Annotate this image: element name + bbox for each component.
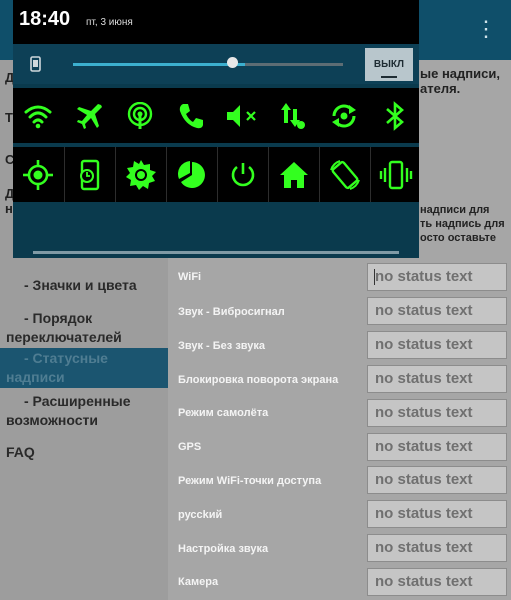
status-input-sound-settings[interactable]: no status text — [367, 534, 507, 562]
power-icon[interactable] — [217, 147, 268, 202]
shade-drag-handle[interactable] — [33, 251, 399, 254]
status-bar: 18:40 пт, 3 июня — [13, 0, 419, 44]
status-value: no status text — [375, 370, 473, 387]
row-label-gps: GPS — [178, 441, 202, 453]
sidebar-item-status-labels[interactable]: - Статусные надписи — [0, 348, 168, 388]
overflow-menu-icon[interactable]: ⋮ — [475, 18, 497, 40]
date-label: пт, 3 июня — [86, 17, 133, 28]
bg-text-mid-1: надписи для — [420, 204, 490, 216]
sidebar-item-label: - Статусные надписи — [6, 350, 108, 385]
hotspot-icon[interactable] — [115, 88, 165, 143]
status-value: no status text — [375, 438, 473, 455]
notification-shade: 18:40 пт, 3 июня ВЫКЛ — [13, 0, 419, 258]
data-icon[interactable] — [268, 88, 318, 143]
status-input-airplane[interactable]: no status text — [367, 399, 507, 427]
brightness-slider-rest — [245, 63, 343, 66]
sidebar-item-label: FAQ — [6, 444, 35, 460]
status-value: no status text — [375, 471, 473, 488]
sound-off-icon[interactable] — [217, 88, 267, 143]
row-label-hotspot: Режим WiFi-точки доступа — [178, 475, 322, 487]
row-label-vibrate: Звук - Вибросигнал — [178, 306, 285, 318]
status-value: no status text — [375, 268, 473, 285]
brightness-slider-thumb[interactable] — [227, 57, 238, 68]
status-input-language[interactable]: no status text — [367, 500, 507, 528]
sidebar-item-label: - Расширенные возможности — [6, 393, 131, 428]
gps-icon[interactable] — [13, 147, 63, 202]
sidebar-item-faq[interactable]: FAQ — [0, 443, 168, 462]
status-input-vibrate[interactable]: no status text — [367, 297, 507, 325]
screen-timeout-icon[interactable] — [64, 147, 115, 202]
status-value: no status text — [375, 302, 473, 319]
status-input-gps[interactable]: no status text — [367, 433, 507, 461]
phone-icon[interactable] — [166, 88, 216, 143]
sidebar-item-toggle-order[interactable]: - Порядок переключателей — [0, 309, 168, 347]
hidden-letter-2: Т — [5, 110, 13, 125]
row-label-camera: Камера — [178, 576, 219, 588]
sync-icon[interactable] — [319, 88, 369, 143]
status-value: no status text — [375, 404, 473, 421]
bluetooth-icon[interactable] — [370, 88, 420, 143]
row-label-wifi: WiFi — [178, 271, 202, 283]
vibrate-icon[interactable] — [370, 147, 421, 202]
row-label-silent: Звук - Без звука — [178, 340, 266, 352]
battery-icon[interactable] — [166, 147, 217, 202]
rotate-icon[interactable] — [319, 147, 370, 202]
quick-tiles-row-2 — [13, 147, 419, 202]
bg-text-top-1: ые надписи, — [420, 66, 500, 81]
status-input-rotation-lock[interactable]: no status text — [367, 365, 507, 393]
airplane-icon[interactable] — [64, 88, 114, 143]
quick-tiles-row-1 — [13, 88, 419, 143]
phone-brightness-icon — [30, 56, 41, 72]
sidebar-item-advanced[interactable]: - Расширенные возможности — [0, 392, 168, 430]
bg-text-top-2: ателя. — [420, 81, 461, 96]
status-value: no status text — [375, 539, 473, 556]
sidebar-item-icons-colors[interactable]: - Значки и цвета — [0, 276, 168, 295]
clock: 18:40 — [19, 8, 71, 30]
shade-notification-area — [13, 203, 419, 251]
row-label-rotation-lock: Блокировка поворота экрана — [178, 374, 339, 386]
bg-text-mid-3: осто оставьте — [420, 232, 496, 244]
bg-text-mid-2: ть надпись для — [420, 218, 505, 230]
auto-brightness-toggle[interactable]: ВЫКЛ — [365, 48, 413, 81]
home-icon[interactable] — [268, 147, 319, 202]
brightness-panel: ВЫКЛ — [13, 44, 419, 84]
status-value: no status text — [375, 505, 473, 522]
status-input-wifi[interactable]: no status text — [367, 263, 507, 291]
status-input-hotspot[interactable]: no status text — [367, 466, 507, 494]
wifi-icon[interactable] — [13, 88, 63, 143]
row-label-airplane: Режим самолёта — [178, 407, 269, 419]
brightness-icon[interactable] — [115, 147, 166, 202]
status-input-camera[interactable]: no status text — [367, 568, 507, 596]
status-input-silent[interactable]: no status text — [367, 331, 507, 359]
status-value: no status text — [375, 573, 473, 590]
text-cursor — [374, 269, 375, 285]
row-label-sound-settings: Настройка звука — [178, 543, 269, 555]
status-value: no status text — [375, 336, 473, 353]
sidebar-item-label: - Значки и цвета — [24, 277, 137, 293]
row-label-language: руссkий — [178, 509, 223, 521]
sidebar-item-label: - Порядок переключателей — [6, 310, 122, 345]
brightness-slider[interactable] — [73, 63, 245, 66]
